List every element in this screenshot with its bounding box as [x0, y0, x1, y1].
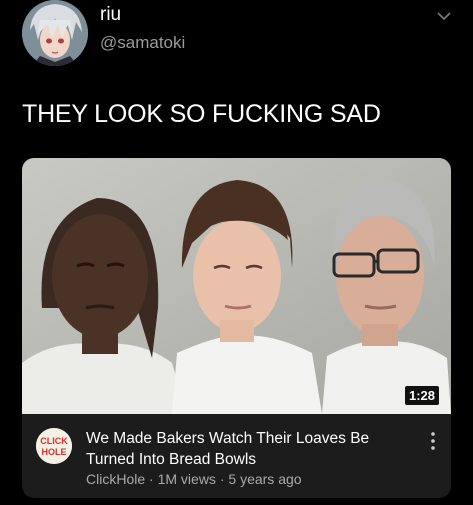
video-title-line1: We Made Bakers Watch Their Loaves Be [86, 430, 370, 447]
logo-line2: HOLE [41, 447, 66, 457]
chevron-down-icon[interactable] [436, 10, 452, 22]
meta-separator: · [219, 471, 225, 487]
anime-avatar-icon [22, 0, 88, 66]
avatar[interactable] [22, 0, 88, 66]
handle[interactable]: @samatoki [100, 33, 185, 53]
video-title-line2: Turned Into Bread Bowls [86, 451, 257, 468]
video-duration: 1:28 [404, 386, 439, 405]
channel-name[interactable]: ClickHole [86, 471, 145, 487]
logo-line1: CLICK [40, 436, 68, 446]
channel-logo[interactable]: CLICK HOLE [36, 428, 72, 464]
tweet-text: THEY LOOK SO FUCKING SAD [22, 100, 381, 128]
display-name[interactable]: riu [100, 4, 121, 26]
video-meta: ClickHole · 1M views · 5 years ago [86, 471, 302, 487]
more-options-icon[interactable] [431, 432, 435, 450]
video-card[interactable]: 1:28 CLICK HOLE We Made Bakers Watch The… [22, 158, 451, 498]
video-thumbnail[interactable] [22, 158, 451, 414]
meta-separator: · [149, 471, 154, 487]
video-title[interactable]: We Made Bakers Watch Their Loaves Be Tur… [86, 428, 406, 470]
clickhole-logo-icon: CLICK HOLE [36, 428, 72, 464]
view-count: 1M views [157, 471, 216, 487]
video-age: 5 years ago [228, 471, 302, 487]
